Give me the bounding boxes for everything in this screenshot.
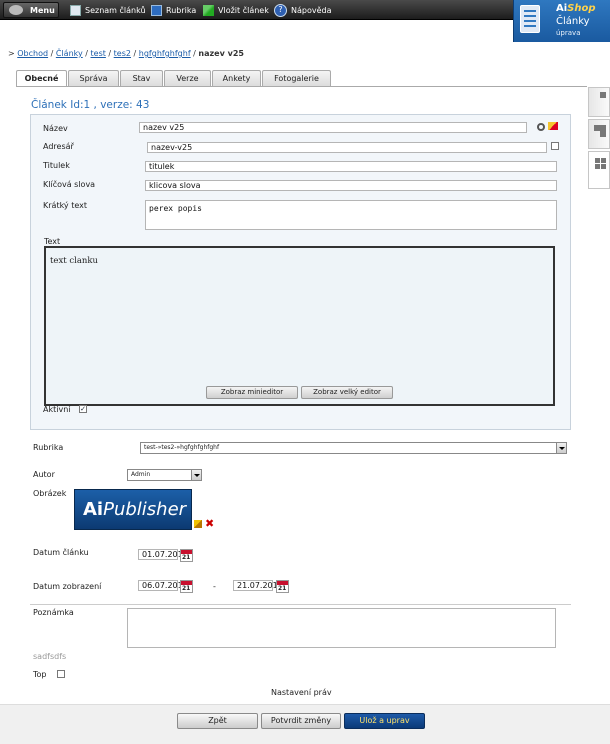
nav-insert-article[interactable]: Vložit článek [203, 2, 269, 18]
mode-name: úprava [556, 29, 581, 37]
product-badge: AiShop Články úprava [513, 0, 610, 42]
crumb-rubric[interactable]: hgfghfghfghf [139, 49, 191, 58]
active-label: Aktivní [43, 405, 71, 414]
breadcrumb: > Obchod / Články / test / tes2 / hgfghf… [8, 49, 244, 58]
top-checkbox[interactable] [57, 670, 65, 678]
text-label: Text [44, 237, 61, 246]
name-label: Název [43, 124, 68, 133]
delete-image-icon[interactable]: ✖ [205, 518, 215, 529]
rubric-value: test-»tes2-»hgfghfghfghf [144, 444, 220, 451]
author-value: Admin [131, 471, 151, 478]
address-label: Adresář [43, 142, 74, 151]
keywords-label: Klíčová slova [43, 180, 96, 189]
menu-button[interactable]: Menu [3, 2, 59, 18]
sidebar-tab-1[interactable] [588, 87, 610, 117]
display-from-input[interactable]: 06.07.2010 [138, 580, 188, 591]
short-text-input[interactable]: perex popis [145, 200, 557, 230]
pencil-icon [203, 4, 214, 16]
date-range-dash: - [213, 582, 216, 591]
help-icon: ? [274, 3, 287, 17]
name-input[interactable]: nazev v25 [139, 122, 527, 133]
nav-article-list[interactable]: Seznam článků [70, 2, 146, 18]
tab-divider [16, 86, 587, 87]
nav-article-list-label: Seznam článků [85, 5, 146, 15]
crumb-shop[interactable]: Obchod [17, 49, 48, 58]
crumb-articles[interactable]: Články [56, 49, 83, 58]
rubric-select[interactable]: test-»tes2-»hgfghfghfghf [140, 442, 567, 454]
note-label: Poznámka [33, 608, 74, 617]
crumb-test[interactable]: test [91, 49, 106, 58]
image-label: Obrázek [33, 489, 67, 498]
author-select[interactable]: Admin [127, 469, 202, 481]
chevron-down-icon [556, 443, 566, 453]
rights-settings[interactable]: Nastavení práv [271, 688, 332, 697]
square-icon [600, 125, 606, 131]
nav-help[interactable]: ? Nápověda [274, 2, 332, 18]
nav-help-label: Nápověda [291, 5, 332, 15]
edit-pencil-icon[interactable] [548, 122, 558, 130]
author-label: Autor [33, 470, 55, 479]
active-checkbox[interactable]: ✓ [79, 405, 87, 413]
brand-name: AiShop [556, 3, 596, 14]
crumb-current: nazev v25 [198, 49, 244, 58]
article-date-label: Datum článku [33, 548, 89, 557]
show-big-editor-button[interactable]: Zobraz velký editor [301, 386, 393, 399]
rich-text-editor[interactable]: text clanku [44, 246, 555, 406]
list-icon [70, 4, 81, 16]
menu-label: Menu [30, 6, 55, 15]
search-icon[interactable] [537, 123, 545, 131]
right-sidebar [588, 87, 610, 189]
article-form-panel: Název nazev v25 Adresář nazev-v25 Titule… [30, 114, 571, 430]
edit-image-icon[interactable] [194, 520, 202, 528]
calendar-icon[interactable] [180, 549, 193, 562]
document-icon [520, 5, 540, 33]
tab-status[interactable]: Stav [120, 70, 163, 86]
rubric-label: Rubrika [33, 443, 64, 452]
tab-general[interactable]: Obecné [16, 70, 67, 87]
section-divider [30, 604, 571, 605]
address-input[interactable]: nazev-v25 [147, 142, 547, 153]
section-name: Články [556, 16, 590, 27]
article-date-input[interactable]: 01.07.2010 [138, 549, 188, 560]
tab-polls[interactable]: Ankety [212, 70, 261, 86]
short-text-label: Krátký text [43, 201, 87, 210]
top-label: Top [33, 670, 47, 679]
chevron-down-icon [191, 470, 201, 480]
back-button[interactable]: Zpět [177, 713, 258, 729]
nav-rubric-label: Rubrika [166, 5, 197, 15]
book-icon [151, 4, 162, 16]
save-and-edit-button[interactable]: Ulož a uprav [344, 713, 425, 729]
note-input[interactable] [127, 608, 556, 648]
confirm-changes-button[interactable]: Potvrdit změny [261, 713, 341, 729]
square-icon [600, 92, 606, 98]
nav-insert-article-label: Vložit článek [218, 5, 269, 15]
tab-versions[interactable]: Verze [164, 70, 211, 86]
crumb-tes2[interactable]: tes2 [114, 49, 131, 58]
display-date-label: Datum zobrazení [33, 582, 102, 591]
display-to-input[interactable]: 21.07.2010 [233, 580, 283, 591]
show-minieditor-button[interactable]: Zobraz minieditor [206, 386, 298, 399]
nav-rubric[interactable]: Rubrika [151, 2, 196, 18]
calendar-icon[interactable] [276, 580, 289, 593]
tab-photo-gallery[interactable]: Fotogalerie [262, 70, 331, 86]
address-lock-checkbox[interactable] [551, 142, 559, 150]
sidebar-tab-2[interactable] [588, 119, 610, 149]
headline-label: Titulek [43, 161, 70, 170]
article-heading: Článek Id:1 , verze: 43 [31, 99, 150, 111]
headline-input[interactable]: titulek [145, 161, 557, 172]
article-image[interactable]: AiPublisher [74, 489, 192, 530]
calendar-icon[interactable] [180, 580, 193, 593]
sidebar-tab-3[interactable] [588, 151, 610, 189]
tab-management[interactable]: Správa [68, 70, 119, 86]
tab-strip: Obecné Správa Stav Verze Ankety Fotogale… [16, 70, 332, 87]
grid-icon [601, 158, 606, 163]
extra-text: sadfsdfs [33, 652, 67, 661]
menu-logo-icon [9, 5, 23, 15]
keywords-input[interactable]: klicova slova [145, 180, 557, 191]
